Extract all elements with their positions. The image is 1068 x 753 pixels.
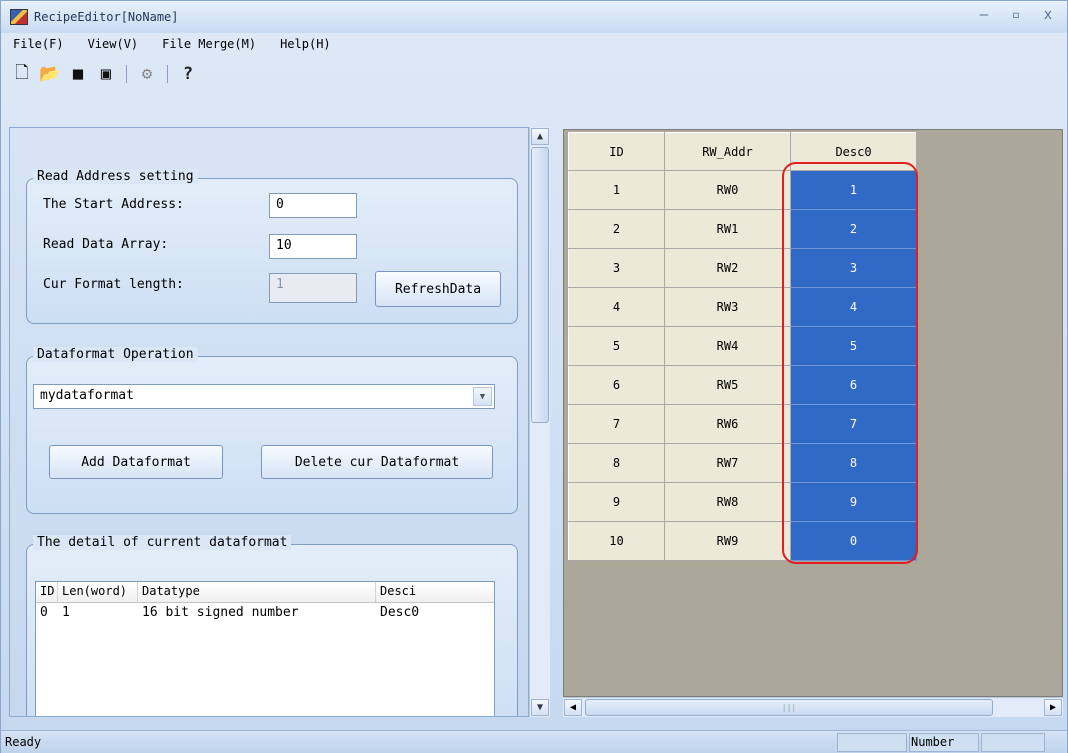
grid-header-id[interactable]: ID	[568, 132, 665, 171]
menu-view[interactable]: View(V)	[86, 35, 141, 53]
column-header-id[interactable]: ID	[36, 582, 58, 602]
grid-cell-id[interactable]: 8	[568, 443, 665, 483]
grid-cell-addr[interactable]: RW6	[664, 404, 791, 444]
close-button[interactable]: x	[1039, 7, 1057, 23]
grid-cell-addr[interactable]: RW1	[664, 209, 791, 249]
toolbar-separator	[167, 65, 168, 83]
grid-horizontal-scrollbar[interactable]: ◀ ||| ▶	[563, 697, 1063, 717]
chevron-down-icon[interactable]: ▼	[473, 387, 492, 406]
title-bar: RecipeEditor[NoName] – ▫ x	[1, 1, 1067, 33]
cell-len: 1	[62, 605, 70, 620]
dataformat-group: Dataformat Operation mydataformat ▼ Add …	[26, 347, 518, 514]
menu-help[interactable]: Help(H)	[278, 35, 333, 53]
column-header-len[interactable]: Len(word)	[58, 582, 138, 602]
detail-list[interactable]: ID Len(word) Datatype Desci 0 1 16 bit s…	[35, 581, 495, 716]
read-data-array-input[interactable]: 10	[269, 234, 357, 259]
delete-dataformat-button[interactable]: Delete cur Dataformat	[261, 445, 493, 479]
new-icon[interactable]: 🗋	[11, 63, 33, 85]
left-panel-scrollbar[interactable]: ▲ ▼	[529, 127, 550, 717]
scrollbar-thumb[interactable]	[531, 147, 549, 423]
cur-format-length-input: 1	[269, 273, 357, 303]
detail-legend: The detail of current dataformat	[33, 535, 292, 550]
help-icon[interactable]: ?	[177, 63, 199, 85]
minimize-button[interactable]: –	[975, 7, 993, 23]
status-bar: Ready Number	[1, 730, 1067, 753]
grid-header-rw-addr[interactable]: RW_Addr	[664, 132, 791, 171]
dataformat-select[interactable]: mydataformat ▼	[33, 384, 495, 409]
window-title: RecipeEditor[NoName]	[34, 10, 179, 24]
detail-list-header: ID Len(word) Datatype Desci	[36, 582, 494, 603]
dataformat-selected-value: mydataformat	[40, 388, 134, 403]
start-address-label: The Start Address:	[43, 197, 184, 212]
grid-cell-addr[interactable]: RW5	[664, 365, 791, 405]
cell-datatype: 16 bit signed number	[142, 605, 299, 620]
grid-cell-id[interactable]: 3	[568, 248, 665, 288]
grid-cell-addr[interactable]: RW2	[664, 248, 791, 288]
dataformat-legend: Dataformat Operation	[33, 347, 198, 362]
grid-cell-id[interactable]: 5	[568, 326, 665, 366]
grid-cell-id[interactable]: 7	[568, 404, 665, 444]
settings-icon[interactable]: ⚙	[136, 63, 158, 85]
open-icon[interactable]: 📂	[39, 63, 61, 85]
cell-id: 0	[40, 605, 48, 620]
toolbar: 🗋 📂 ■ ▣ ⚙ ?	[11, 60, 199, 88]
dataformat-detail-group: The detail of current dataformat ID Len(…	[26, 535, 518, 716]
cell-desci: Desc0	[380, 605, 420, 620]
grid-cell-id[interactable]: 4	[568, 287, 665, 327]
status-pane	[837, 733, 907, 752]
save-icon[interactable]: ■	[67, 63, 89, 85]
highlight-annotation	[782, 162, 918, 564]
grid-cell-addr[interactable]: RW8	[664, 482, 791, 522]
status-mode: Number	[911, 735, 955, 749]
status-text: Ready	[5, 735, 42, 749]
cur-format-length-label: Cur Format length:	[43, 277, 184, 292]
status-pane	[981, 733, 1045, 752]
grid-cell-addr[interactable]: RW9	[664, 521, 791, 561]
read-address-group: Read Address setting The Start Address: …	[26, 169, 518, 324]
menu-bar: File(F) View(V) File Merge(M) Help(H)	[11, 35, 333, 53]
scroll-down-icon[interactable]: ▼	[531, 699, 549, 716]
read-data-array-label: Read Data Array:	[43, 237, 169, 252]
grid-cell-id[interactable]: 9	[568, 482, 665, 522]
column-header-desci[interactable]: Desci	[376, 582, 494, 602]
grid-cell-addr[interactable]: RW3	[664, 287, 791, 327]
app-icon	[10, 9, 28, 25]
save-as-icon[interactable]: ▣	[95, 63, 117, 85]
grid-cell-id[interactable]: 6	[568, 365, 665, 405]
grid-cell-addr[interactable]: RW0	[664, 170, 791, 210]
menu-file-merge[interactable]: File Merge(M)	[160, 35, 258, 53]
grid-cell-addr[interactable]: RW4	[664, 326, 791, 366]
grid-cell-id[interactable]: 1	[568, 170, 665, 210]
menu-file[interactable]: File(F)	[11, 35, 66, 53]
grid-cell-addr[interactable]: RW7	[664, 443, 791, 483]
list-item[interactable]: 0 1 16 bit signed number Desc0	[36, 603, 494, 623]
scroll-right-icon[interactable]: ▶	[1044, 699, 1062, 716]
settings-panel: Read Address setting The Start Address: …	[9, 127, 529, 717]
maximize-button[interactable]: ▫	[1007, 7, 1025, 23]
app-window: RecipeEditor[NoName] – ▫ x File(F) View(…	[0, 0, 1068, 753]
column-header-datatype[interactable]: Datatype	[138, 582, 376, 602]
scrollbar-thumb[interactable]: |||	[585, 699, 993, 716]
add-dataformat-button[interactable]: Add Dataformat	[49, 445, 223, 479]
refresh-data-button[interactable]: RefreshData	[375, 271, 501, 307]
scroll-up-icon[interactable]: ▲	[531, 128, 549, 145]
grid-cell-id[interactable]: 10	[568, 521, 665, 561]
read-address-legend: Read Address setting	[33, 169, 198, 184]
grid-cell-id[interactable]: 2	[568, 209, 665, 249]
scroll-left-icon[interactable]: ◀	[564, 699, 582, 716]
toolbar-separator	[126, 65, 127, 83]
start-address-input[interactable]: 0	[269, 193, 357, 218]
